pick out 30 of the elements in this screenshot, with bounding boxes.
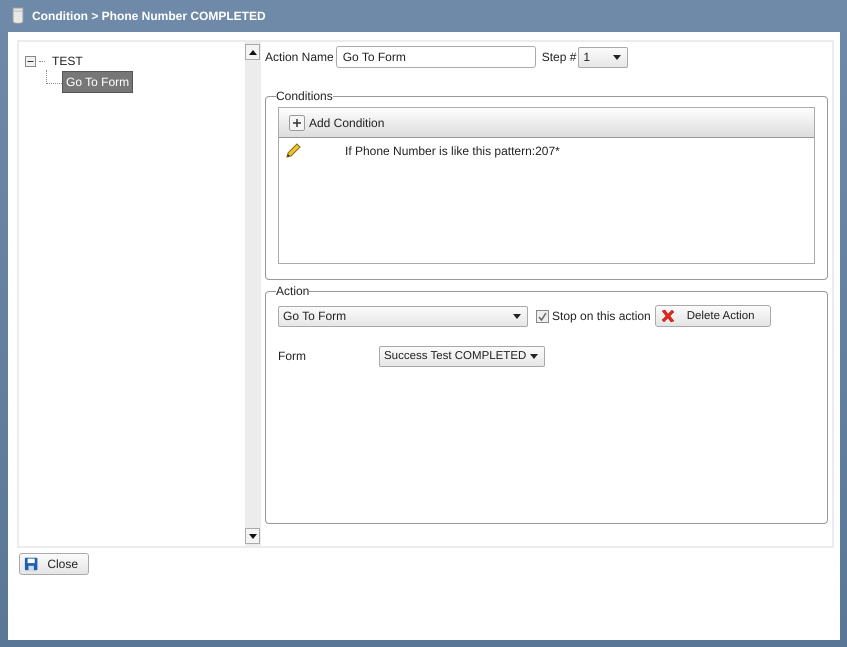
- plus-icon: [289, 114, 305, 130]
- condition-text: If Phone Number is like this pattern:207*: [345, 144, 560, 158]
- pencil-icon[interactable]: [285, 143, 301, 159]
- form-dropdown[interactable]: Success Test COMPLETED: [379, 346, 545, 366]
- caret-icon: [513, 314, 521, 318]
- stop-checkbox-label: Stop on this action: [552, 309, 651, 323]
- down-arrow-icon: [248, 534, 256, 538]
- collapse-icon[interactable]: [25, 56, 36, 66]
- delete-icon: [660, 308, 676, 324]
- document-icon: [10, 7, 26, 25]
- step-dropdown[interactable]: 1: [578, 46, 628, 68]
- caret-icon: [530, 354, 538, 358]
- tree-item[interactable]: Go To Form: [62, 71, 134, 93]
- up-arrow-icon: [248, 50, 256, 54]
- caret-icon: [613, 54, 622, 60]
- scroll-up-button[interactable]: [245, 44, 260, 60]
- action-type-dropdown[interactable]: Go To Form: [278, 306, 528, 326]
- delete-action-button[interactable]: Delete Action: [654, 305, 771, 327]
- action-name-label: Action Name: [265, 50, 334, 64]
- close-button[interactable]: Close: [19, 553, 89, 575]
- action-legend: Action: [276, 284, 310, 298]
- tree-item[interactable]: TEST: [48, 50, 87, 72]
- action-name-field[interactable]: Go To Form: [336, 46, 536, 68]
- add-condition-button[interactable]: Add Condition: [289, 114, 384, 130]
- form-label: Form: [278, 349, 307, 363]
- window-title: Condition > Phone Number COMPLETED: [32, 9, 266, 23]
- scroll-down-button[interactable]: [245, 528, 260, 544]
- step-label: Step #: [542, 50, 576, 64]
- conditions-legend: Conditions: [276, 89, 333, 103]
- stop-checkbox[interactable]: [536, 310, 549, 322]
